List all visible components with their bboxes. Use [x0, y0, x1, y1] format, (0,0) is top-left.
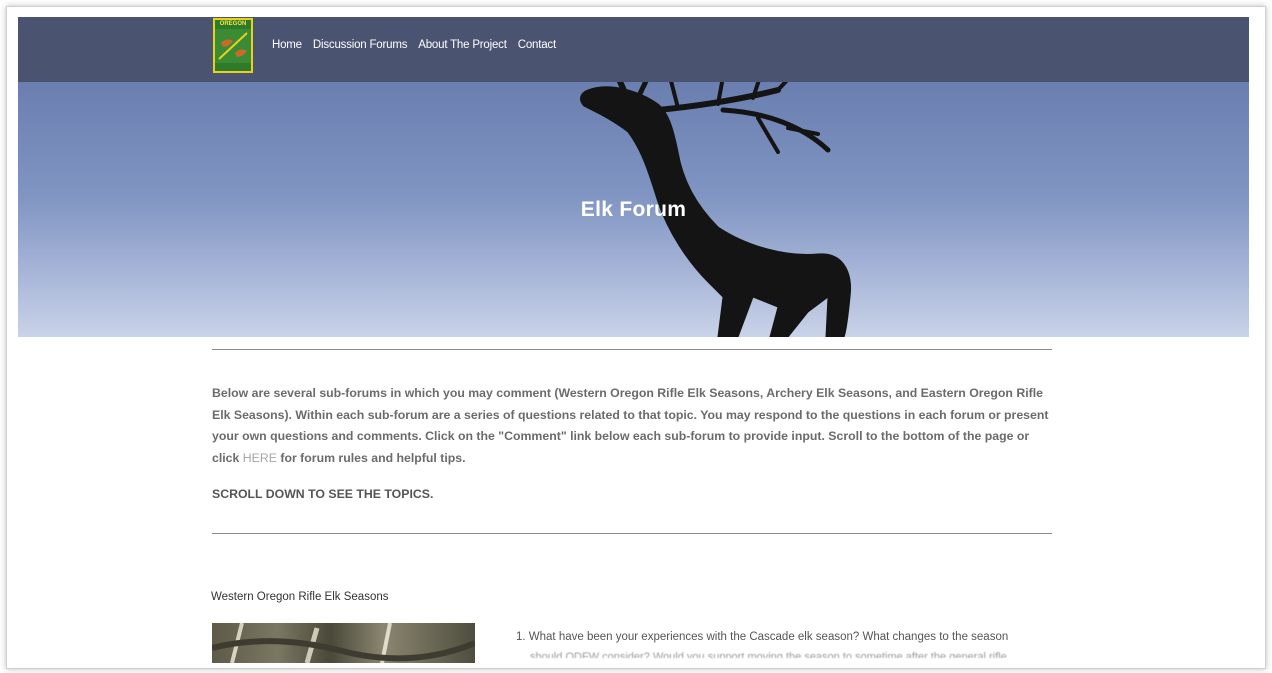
top-navbar: OREGON Home Discussion Forums About The … [18, 17, 1249, 82]
intro-text-end: for forum rules and helpful tips. [276, 450, 466, 465]
top-divider [212, 349, 1052, 350]
logo-text: OREGON [215, 20, 251, 29]
logo-subtext [215, 63, 251, 71]
nav-about-the-project[interactable]: About The Project [418, 39, 507, 51]
nav-discussion-forums[interactable]: Discussion Forums [313, 39, 408, 51]
intro-paragraph: Below are several sub-forums in which yo… [212, 383, 1052, 469]
bottom-divider [212, 533, 1052, 534]
nav-home[interactable]: Home [272, 39, 302, 51]
subforum-photo-image [212, 623, 475, 663]
page-title: Elk Forum [580, 198, 687, 221]
question-1-text: 1. What have been your experiences with … [516, 631, 1009, 643]
logo-emblem-icon [215, 29, 251, 63]
odfw-logo[interactable]: OREGON [213, 18, 253, 73]
hero-banner: Elk Forum [18, 82, 1249, 337]
forum-rules-link[interactable]: HERE [243, 451, 277, 465]
scroll-note: SCROLL DOWN TO SEE THE TOPICS. [212, 487, 434, 501]
main-nav: Home Discussion Forums About The Project… [272, 39, 556, 51]
question-1-continuation: should ODFW consider? Would you support … [530, 651, 1007, 658]
subforum-heading: Western Oregon Rifle Elk Seasons [211, 591, 389, 603]
nav-contact[interactable]: Contact [518, 39, 556, 51]
